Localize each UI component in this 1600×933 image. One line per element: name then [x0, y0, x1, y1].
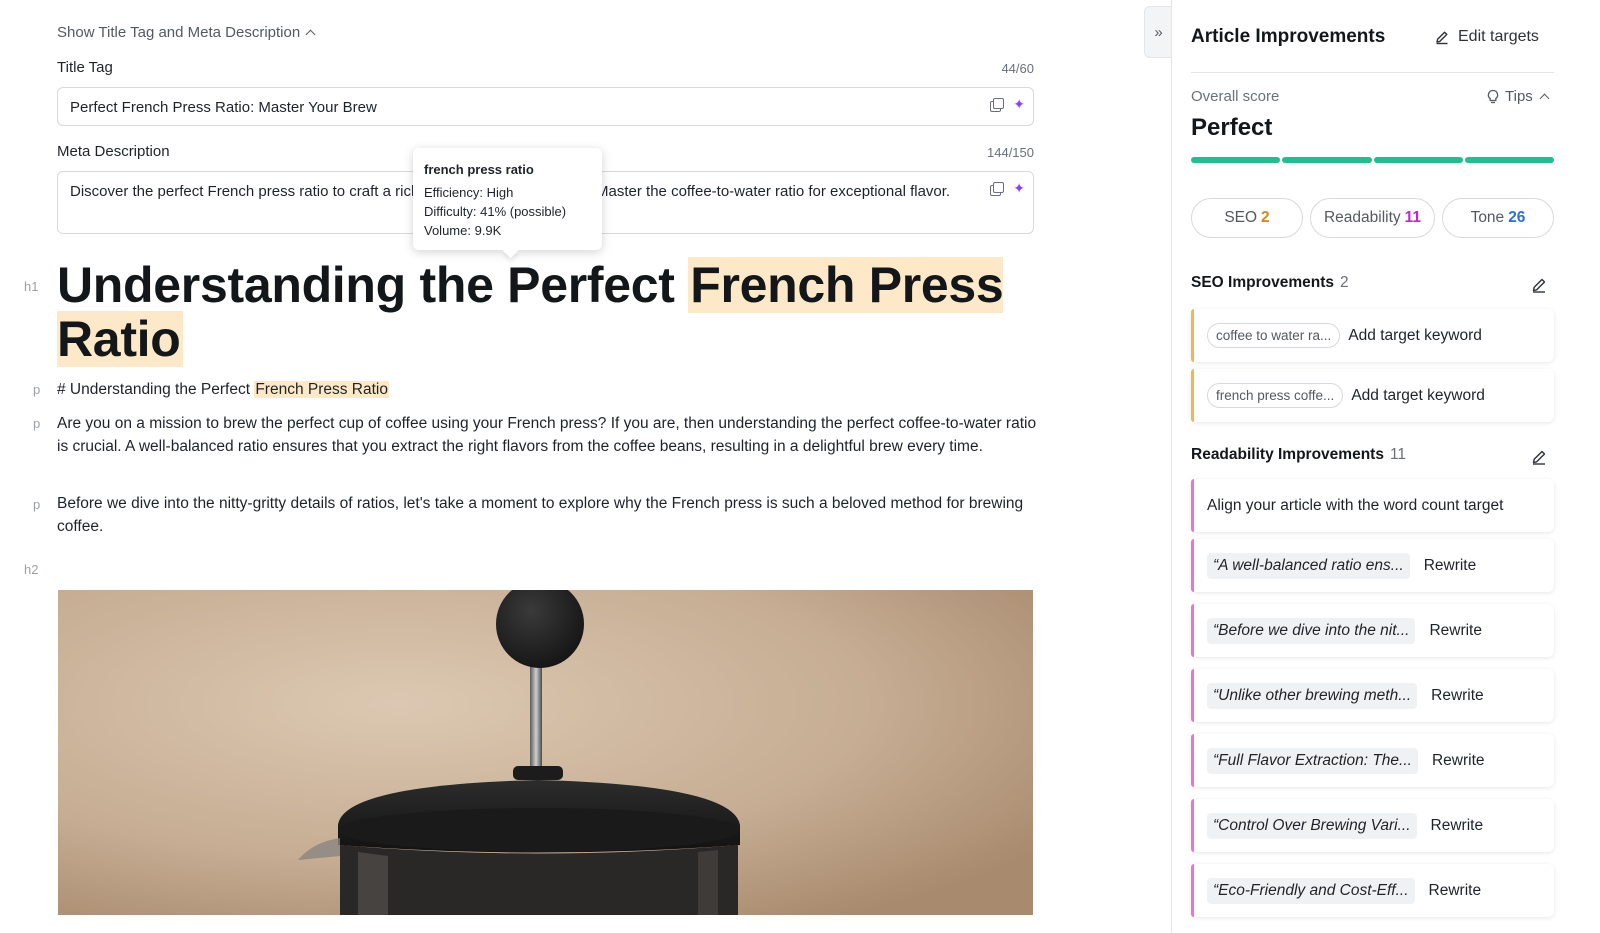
- block-type-p: p: [33, 382, 41, 397]
- rewrite-action: Rewrite: [1430, 816, 1484, 834]
- tooltip-difficulty: Difficulty: 41% (possible): [424, 204, 567, 219]
- meta-toggle-label: Show Title Tag and Meta Description: [57, 24, 301, 41]
- score-segment: [1373, 157, 1463, 163]
- french-press-illustration: [58, 590, 1033, 915]
- tab-label: SEO: [1224, 209, 1258, 226]
- tooltip-volume: Volume: 9.9K: [424, 223, 502, 238]
- score-segment: [1191, 157, 1281, 163]
- quote-chip: “Eco-Friendly and Cost-Eff...: [1207, 877, 1415, 904]
- title-tag-label: Title Tag: [57, 59, 113, 76]
- paragraph-text: # Understanding the Perfect: [57, 381, 255, 398]
- keyword-chip: french press coffe...: [1207, 383, 1344, 408]
- tooltip-keyword: french press ratio: [424, 162, 534, 177]
- edit-pencil-icon[interactable]: [1530, 276, 1548, 294]
- readability-improvements-title: Readability Improvements 11: [1191, 446, 1406, 464]
- panel-separator: [1191, 72, 1554, 73]
- title-tag-count: 44/60: [1001, 61, 1034, 76]
- readability-improvement-item[interactable]: “A well-balanced ratio ens... Rewrite: [1191, 539, 1554, 592]
- ai-sparkle-icon[interactable]: ✦: [1013, 181, 1025, 195]
- french-press-image: [58, 590, 1033, 915]
- tab-label: Readability: [1323, 209, 1401, 226]
- tab-count: 26: [1508, 209, 1526, 226]
- lightbulb-icon: [1487, 89, 1499, 103]
- quote-chip: “Before we dive into the nit...: [1207, 617, 1416, 644]
- block-type-p: p: [33, 497, 41, 512]
- paragraph-keyword-highlight: French Press Ratio: [254, 381, 389, 398]
- score-segment: [1464, 157, 1554, 163]
- readability-improvement-item[interactable]: “Eco-Friendly and Cost-Eff... Rewrite: [1191, 864, 1554, 917]
- improvement-action: Add target keyword: [1348, 326, 1482, 344]
- panel-title: Article Improvements: [1191, 26, 1386, 47]
- seo-improvement-item[interactable]: coffee to water ra... Add target keyword: [1191, 309, 1554, 362]
- seo-improvements-title: SEO Improvements 2: [1191, 274, 1349, 292]
- tab-label: Tone: [1470, 209, 1505, 226]
- section-title-text: SEO Improvements: [1191, 274, 1334, 291]
- heading-text: Understanding the Perfect: [57, 257, 689, 313]
- tab-count: 11: [1404, 209, 1422, 226]
- quote-chip: “A well-balanced ratio ens...: [1207, 552, 1410, 579]
- paragraph[interactable]: Are you on a mission to brew the perfect…: [57, 412, 1037, 458]
- edit-targets-button[interactable]: Edit targets: [1434, 28, 1539, 46]
- readability-improvement-item[interactable]: “Full Flavor Extraction: The... Rewrite: [1191, 734, 1554, 787]
- meta-toggle-button[interactable]: Show Title Tag and Meta Description: [57, 24, 316, 41]
- block-type-h2: h2: [24, 562, 39, 577]
- overall-score-value: Perfect: [1191, 114, 1273, 141]
- keyword-chip: coffee to water ra...: [1207, 323, 1341, 348]
- paragraph[interactable]: # Understanding the Perfect French Press…: [57, 378, 1037, 401]
- rewrite-action: Rewrite: [1428, 881, 1482, 899]
- double-chevron-right-icon: »: [1154, 23, 1163, 41]
- title-tag-value: Perfect French Press Ratio: Master Your …: [70, 99, 377, 116]
- block-type-h1: h1: [24, 279, 39, 294]
- improvement-action: Add target keyword: [1351, 386, 1485, 404]
- tips-label: Tips: [1505, 88, 1533, 105]
- article-improvements-panel: Article Improvements Edit targets Overal…: [1172, 0, 1600, 933]
- quote-chip: “Control Over Brewing Vari...: [1207, 812, 1417, 839]
- rewrite-action: Rewrite: [1423, 556, 1477, 574]
- section-count: 2: [1340, 274, 1349, 291]
- readability-improvement-item[interactable]: “Unlike other brewing meth... Rewrite: [1191, 669, 1554, 722]
- block-type-p: p: [33, 416, 41, 431]
- rewrite-action: Rewrite: [1429, 621, 1482, 639]
- quote-chip: “Unlike other brewing meth...: [1207, 682, 1418, 709]
- readability-improvement-item[interactable]: “Control Over Brewing Vari... Rewrite: [1191, 799, 1554, 852]
- score-progress-bar: [1191, 157, 1554, 163]
- copy-icon[interactable]: [990, 181, 1005, 196]
- tab-readability[interactable]: Readability 11: [1310, 198, 1435, 238]
- tab-seo[interactable]: SEO 2: [1191, 198, 1303, 238]
- copy-icon[interactable]: [990, 97, 1005, 112]
- rewrite-action: Rewrite: [1431, 751, 1485, 769]
- seo-improvement-item[interactable]: french press coffe... Add target keyword: [1191, 369, 1554, 422]
- title-tag-input[interactable]: Perfect French Press Ratio: Master Your …: [57, 87, 1034, 126]
- quote-chip: “Full Flavor Extraction: The...: [1207, 747, 1418, 774]
- chevron-up-icon: [305, 29, 316, 40]
- chevron-up-icon: [1539, 93, 1550, 104]
- tab-tone[interactable]: Tone 26: [1442, 198, 1554, 238]
- tab-count: 2: [1261, 209, 1270, 226]
- pencil-icon: [1436, 31, 1448, 45]
- improvement-action: Align your article with the word count t…: [1207, 496, 1504, 514]
- meta-description-count: 144/150: [987, 145, 1034, 160]
- ai-sparkle-icon[interactable]: ✦: [1013, 97, 1025, 111]
- readability-improvement-item[interactable]: Align your article with the word count t…: [1191, 479, 1554, 532]
- edit-targets-label: Edit targets: [1458, 28, 1539, 45]
- overall-score-label: Overall score: [1191, 88, 1280, 105]
- tooltip-efficiency: Efficiency: High: [424, 185, 514, 200]
- paragraph[interactable]: Before we dive into the nitty-gritty det…: [57, 492, 1037, 538]
- article-heading[interactable]: Understanding the Perfect French Press R…: [57, 257, 1017, 367]
- score-segment: [1282, 157, 1372, 163]
- tips-toggle[interactable]: Tips: [1486, 88, 1550, 105]
- article-editor: Show Title Tag and Meta Description Titl…: [0, 0, 1170, 933]
- collapse-panel-button[interactable]: »: [1144, 6, 1172, 58]
- edit-pencil-icon[interactable]: [1530, 448, 1548, 466]
- meta-description-label: Meta Description: [57, 143, 170, 160]
- section-count: 11: [1389, 446, 1407, 463]
- keyword-tooltip: french press ratio Efficiency: High Diff…: [413, 148, 602, 250]
- readability-improvement-item[interactable]: “Before we dive into the nit... Rewrite: [1191, 604, 1554, 657]
- rewrite-action: Rewrite: [1431, 686, 1484, 704]
- section-title-text: Readability Improvements: [1191, 446, 1384, 463]
